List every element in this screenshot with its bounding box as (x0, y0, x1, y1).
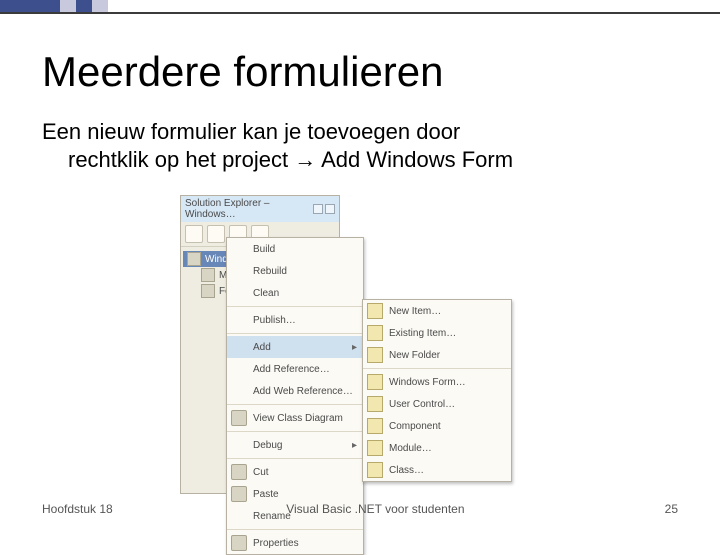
close-icon[interactable] (325, 204, 335, 214)
submenu-existing-item[interactable]: Existing Item… (363, 322, 511, 344)
item-icon (367, 303, 383, 319)
add-submenu: New Item… Existing Item… New Folder Wind… (362, 299, 512, 482)
slide-body: Een nieuw formulier kan je toevoegen doo… (42, 118, 678, 173)
submenu-user-control[interactable]: User Control… (363, 393, 511, 415)
menu-separator (227, 333, 363, 334)
menu-rebuild[interactable]: Rebuild (227, 260, 363, 282)
panel-title: Solution Explorer – Windows… (185, 198, 309, 220)
folder-icon (367, 347, 383, 363)
submenu-module[interactable]: Module… (363, 437, 511, 459)
slide-accent-bar (0, 0, 720, 12)
menu-debug[interactable]: Debug▸ (227, 434, 363, 456)
submenu-class[interactable]: Class… (363, 459, 511, 481)
menu-separator (227, 431, 363, 432)
item-icon (367, 325, 383, 341)
class-icon (367, 462, 383, 478)
control-icon (367, 396, 383, 412)
submenu-new-folder[interactable]: New Folder (363, 344, 511, 366)
module-icon (367, 440, 383, 456)
slide: Meerdere formulieren Een nieuw formulier… (0, 0, 720, 540)
footer-left: Hoofdstuk 18 (42, 502, 113, 516)
menu-separator (227, 529, 363, 530)
footer-page-number: 25 (638, 502, 678, 516)
menu-publish[interactable]: Publish… (227, 309, 363, 331)
menu-add[interactable]: Add▸ (227, 336, 363, 358)
paste-icon (231, 486, 247, 502)
menu-add-reference[interactable]: Add Reference… (227, 358, 363, 380)
footer-center: Visual Basic .NET voor studenten (113, 502, 638, 516)
component-icon (367, 418, 383, 434)
project-icon (187, 252, 201, 266)
menu-view-class-diagram[interactable]: View Class Diagram (227, 407, 363, 429)
submenu-new-item[interactable]: New Item… (363, 300, 511, 322)
toolbar-btn-1[interactable] (185, 225, 203, 243)
menu-clean[interactable]: Clean (227, 282, 363, 304)
slide-title: Meerdere formulieren (42, 48, 444, 96)
slide-footer: Hoofdstuk 18 Visual Basic .NET voor stud… (42, 502, 678, 516)
menu-properties[interactable]: Properties (227, 532, 363, 554)
menu-build[interactable]: Build (227, 238, 363, 260)
menu-separator (227, 306, 363, 307)
form-icon (367, 374, 383, 390)
screenshot: Solution Explorer – Windows… WindowsAppl… (180, 195, 510, 494)
menu-separator (227, 458, 363, 459)
panel-window-controls (313, 204, 335, 214)
submenu-windows-form[interactable]: Windows Form… (363, 371, 511, 393)
form-icon (201, 284, 215, 298)
body-line-1: Een nieuw formulier kan je toevoegen doo… (42, 119, 460, 144)
chevron-right-icon: ▸ (352, 440, 357, 451)
submenu-component[interactable]: Component (363, 415, 511, 437)
diagram-icon (231, 410, 247, 426)
slide-divider (0, 12, 720, 14)
cut-icon (231, 464, 247, 480)
toolbar-btn-2[interactable] (207, 225, 225, 243)
menu-add-web-reference[interactable]: Add Web Reference… (227, 380, 363, 402)
chevron-right-icon: ▸ (352, 342, 357, 353)
folder-icon (201, 268, 215, 282)
menu-separator (363, 368, 511, 369)
panel-titlebar: Solution Explorer – Windows… (181, 196, 339, 222)
body-line-2: rechtklik op het project → Add Windows F… (68, 146, 678, 174)
pin-icon[interactable] (313, 204, 323, 214)
menu-cut[interactable]: Cut (227, 461, 363, 483)
properties-icon (231, 535, 247, 551)
menu-separator (227, 404, 363, 405)
